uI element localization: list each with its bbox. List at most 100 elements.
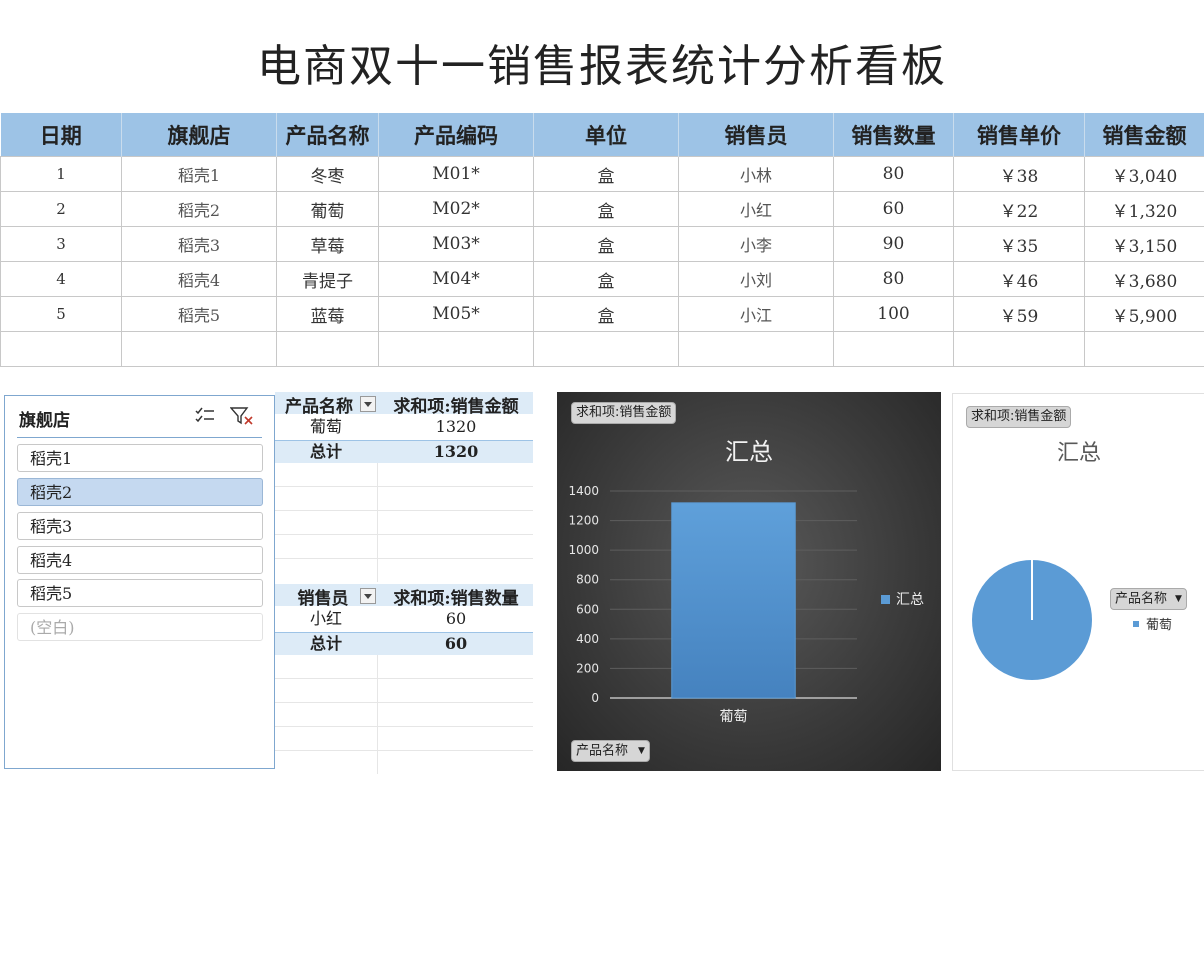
- cell-empty[interactable]: [0, 331, 122, 367]
- cell-product-name[interactable]: 蓝莓: [276, 296, 379, 332]
- cell-empty[interactable]: [533, 331, 679, 367]
- pivot2-total-row: 总计 60: [275, 632, 533, 655]
- slicer-item-blank[interactable]: (空白): [17, 613, 263, 641]
- cell-store[interactable]: 稻壳3: [121, 226, 277, 262]
- cell-unit[interactable]: 盒: [533, 261, 679, 297]
- slicer-item-5[interactable]: 稻壳5: [17, 579, 263, 607]
- bar-y-tick-label: 800: [576, 573, 599, 587]
- bar-0[interactable]: [671, 502, 796, 699]
- cell-empty[interactable]: [121, 331, 277, 367]
- header-unit[interactable]: 单位: [533, 113, 679, 157]
- cell-product-name[interactable]: 青提子: [276, 261, 379, 297]
- cell-product-name[interactable]: 葡萄: [276, 191, 379, 227]
- cell-product-name[interactable]: 冬枣: [276, 156, 379, 192]
- cell-product-code[interactable]: M03*: [378, 226, 534, 262]
- pivot2-total-value: 60: [444, 634, 468, 653]
- cell-store[interactable]: 稻壳1: [121, 156, 277, 192]
- table-row: 4 稻壳4 青提子 M04* 盒小刘 80 ￥46 ￥3,680: [0, 261, 1204, 297]
- cell-salesperson[interactable]: 小李: [678, 226, 834, 262]
- cell-amount[interactable]: ￥5,900: [1084, 296, 1204, 332]
- pivot1-filter-dropdown-icon[interactable]: [360, 396, 376, 412]
- store-slicer[interactable]: 旗舰店 稻壳1 稻壳2 稻壳3 稻壳4 稻壳5 (空白): [4, 395, 275, 769]
- cell-unit-price[interactable]: ￥59: [953, 296, 1085, 332]
- cell-date[interactable]: 2: [0, 191, 122, 227]
- cell-unit-price[interactable]: ￥35: [953, 226, 1085, 262]
- header-amount[interactable]: 销售金额: [1084, 113, 1204, 157]
- cell-store[interactable]: 稻壳4: [121, 261, 277, 297]
- pivot-table-amount: 产品名称 求和项:销售金额 葡萄 1320 总计 1320: [275, 392, 533, 582]
- pie-chart-legend-field-button[interactable]: 产品名称 ▼: [1110, 588, 1187, 610]
- cell-salesperson[interactable]: 小刘: [678, 261, 834, 297]
- cell-product-code[interactable]: M04*: [378, 261, 534, 297]
- cell-product-code[interactable]: M02*: [378, 191, 534, 227]
- pivot2-row: 小红 60: [275, 607, 533, 631]
- cell-salesperson[interactable]: 小红: [678, 191, 834, 227]
- pivot2-header: 销售员 求和项:销售数量: [275, 584, 533, 609]
- cell-amount[interactable]: ￥3,150: [1084, 226, 1204, 262]
- header-product-code[interactable]: 产品编码: [378, 113, 534, 157]
- cell-date[interactable]: 5: [0, 296, 122, 332]
- cell-date[interactable]: 1: [0, 156, 122, 192]
- header-product-name[interactable]: 产品名称: [276, 113, 379, 157]
- cell-amount[interactable]: ￥1,320: [1084, 191, 1204, 227]
- cell-quantity[interactable]: 90: [833, 226, 954, 262]
- cell-unit-price[interactable]: ￥22: [953, 191, 1085, 227]
- bar-legend-swatch: [881, 595, 890, 604]
- table-header-row: 日期 旗舰店 产品名称 产品编码 单位 销售员 销售数量 销售单价 销售金额: [0, 113, 1204, 157]
- cell-quantity[interactable]: 100: [833, 296, 954, 332]
- pivot2-filter-dropdown-icon[interactable]: [360, 588, 376, 604]
- cell-date[interactable]: 3: [0, 226, 122, 262]
- slicer-item-1[interactable]: 稻壳1: [17, 444, 263, 472]
- cell-product-name[interactable]: 草莓: [276, 226, 379, 262]
- header-unit-price[interactable]: 销售单价: [953, 113, 1085, 157]
- cell-empty[interactable]: [833, 331, 954, 367]
- cell-amount[interactable]: ￥3,040: [1084, 156, 1204, 192]
- cell-empty[interactable]: [378, 331, 534, 367]
- clear-filter-icon[interactable]: [229, 406, 254, 430]
- pivot-table-quantity: 销售员 求和项:销售数量 小红 60 总计 60: [275, 584, 533, 774]
- header-date[interactable]: 日期: [0, 113, 122, 157]
- header-quantity[interactable]: 销售数量: [833, 113, 954, 157]
- slicer-item-4[interactable]: 稻壳4: [17, 546, 263, 574]
- cell-unit[interactable]: 盒: [533, 226, 679, 262]
- bar-chart-axis-field-button[interactable]: 产品名称 ▼: [571, 740, 650, 762]
- multi-select-icon[interactable]: [194, 406, 216, 430]
- cell-empty[interactable]: [276, 331, 379, 367]
- cell-unit-price[interactable]: ￥46: [953, 261, 1085, 297]
- pivot1-col1: 产品名称: [285, 397, 353, 417]
- pie-legend-label: 葡萄: [1146, 618, 1172, 633]
- pivot2-total-label: 总计: [309, 634, 342, 653]
- bar-y-tick-label: 1000: [568, 543, 599, 557]
- cell-product-code[interactable]: M01*: [378, 156, 534, 192]
- bar-legend-label: 汇总: [896, 592, 924, 608]
- cell-salesperson[interactable]: 小林: [678, 156, 834, 192]
- cell-store[interactable]: 稻壳5: [121, 296, 277, 332]
- bar-x-tick-label: 葡萄: [720, 709, 748, 725]
- cell-empty[interactable]: [953, 331, 1085, 367]
- table-row: 1 稻壳1 冬枣 M01* 盒小林 80 ￥38 ￥3,040: [0, 156, 1204, 192]
- cell-date[interactable]: 4: [0, 261, 122, 297]
- cell-unit-price[interactable]: ￥38: [953, 156, 1085, 192]
- header-store[interactable]: 旗舰店: [121, 113, 277, 157]
- cell-empty[interactable]: [678, 331, 834, 367]
- pivot1-total-row: 总计 1320: [275, 440, 533, 463]
- cell-quantity[interactable]: 80: [833, 261, 954, 297]
- bar-chart[interactable]: 求和项:销售金额 汇总 0 200 400 600 800 1000 1200 1400 葡萄…: [557, 392, 941, 771]
- pivot1-row-label: 葡萄: [309, 417, 342, 436]
- bar-chart-svg: 汇总 0 200 400 600 800 1000 1200 1400 葡萄 汇总: [568, 438, 924, 725]
- slicer-item-3[interactable]: 稻壳3: [17, 512, 263, 540]
- cell-product-code[interactable]: M05*: [378, 296, 534, 332]
- cell-salesperson[interactable]: 小江: [678, 296, 834, 332]
- cell-store[interactable]: 稻壳2: [121, 191, 277, 227]
- slicer-item-2[interactable]: 稻壳2: [17, 478, 263, 506]
- cell-unit[interactable]: 盒: [533, 156, 679, 192]
- cell-unit[interactable]: 盒: [533, 191, 679, 227]
- cell-amount[interactable]: ￥3,680: [1084, 261, 1204, 297]
- cell-quantity[interactable]: 80: [833, 156, 954, 192]
- cell-quantity[interactable]: 60: [833, 191, 954, 227]
- header-salesperson[interactable]: 销售员: [678, 113, 834, 157]
- cell-empty[interactable]: [1084, 331, 1204, 367]
- pie-chart[interactable]: 求和项:销售金额 汇总 葡萄 产品名称 ▼: [952, 393, 1204, 771]
- cell-unit[interactable]: 盒: [533, 296, 679, 332]
- bar-y-tick-label: 0: [591, 691, 599, 705]
